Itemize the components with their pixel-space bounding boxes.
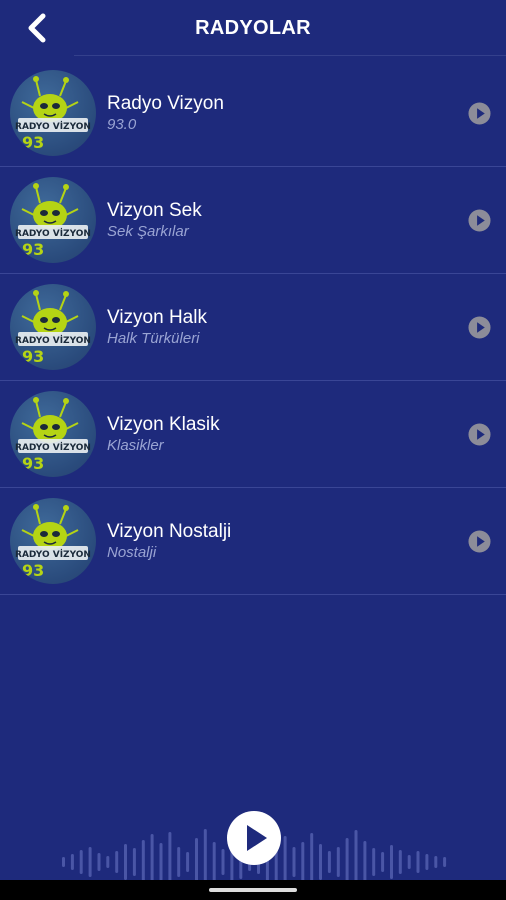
wave-bar [381, 852, 385, 872]
station-logo: RADYO VİZYON 93 [10, 498, 96, 584]
svg-text:RADYO VİZYON: RADYO VİZYON [15, 121, 91, 132]
wave-bar [416, 851, 420, 873]
wave-bar [398, 850, 402, 874]
play-icon[interactable] [468, 529, 491, 553]
wave-bar [221, 849, 225, 875]
station-name: Vizyon Nostalji [107, 520, 232, 542]
wave-bar [132, 848, 136, 876]
station-name: Vizyon Halk [107, 306, 207, 328]
wave-bar [372, 848, 376, 876]
svg-text:RADYO VİZYON: RADYO VİZYON [15, 442, 91, 453]
wave-bar [319, 844, 322, 880]
station-name: Vizyon Sek [107, 199, 202, 221]
play-icon[interactable] [468, 315, 491, 339]
wave-bar [177, 847, 181, 877]
main-play-button[interactable] [226, 810, 282, 866]
radio-logo-graphic: RADYO VİZYON93 [15, 183, 91, 259]
wave-bar [115, 851, 119, 873]
station-item-vizyon-sek[interactable]: RADYO VİZYON 93 Vizyon Sek Sek Şarkılar [0, 167, 506, 274]
page-title: RADYOLAR [195, 16, 311, 39]
wave-bar [124, 844, 127, 880]
wave-bar [97, 853, 101, 871]
svg-text:RADYO VİZYON: RADYO VİZYON [15, 549, 91, 560]
station-logo: RADYO VİZYON 93 [10, 70, 96, 156]
svg-text:93: 93 [22, 347, 44, 366]
station-logo: RADYO VİZYON 93 [10, 391, 96, 477]
station-subtitle: Halk Türküleri [107, 329, 200, 347]
wave-bar [345, 838, 349, 886]
station-list: RADYO VİZYON 93 Radyo Vizyon 93.0 RADYO V… [0, 60, 506, 595]
station-item-radyo-vizyon[interactable]: RADYO VİZYON 93 Radyo Vizyon 93.0 [0, 60, 506, 167]
app-header: RADYOLAR [0, 0, 506, 56]
wave-bar [159, 843, 163, 881]
svg-text:93: 93 [22, 454, 44, 473]
wave-bar [292, 847, 296, 877]
radio-logo-graphic: RADYO VİZYON93 [15, 397, 91, 473]
wave-bar [443, 857, 447, 867]
back-button[interactable] [0, 0, 74, 56]
play-icon[interactable] [468, 101, 491, 125]
wave-bar [70, 854, 74, 870]
wave-bar [212, 842, 216, 882]
station-logo: RADYO VİZYON 93 [10, 284, 96, 370]
play-icon[interactable] [468, 422, 491, 446]
wave-bar [390, 845, 393, 879]
radio-logo-graphic: RADYO VİZYON93 [15, 290, 91, 366]
station-name: Radyo Vizyon [107, 92, 224, 114]
station-logo: RADYO VİZYON 93 [10, 177, 96, 263]
wave-bar [62, 857, 65, 867]
station-subtitle: Klasikler [107, 436, 164, 454]
wave-bar [141, 840, 145, 884]
wave-bar [195, 838, 198, 886]
station-name: Vizyon Klasik [107, 413, 220, 435]
svg-text:93: 93 [22, 133, 44, 152]
wave-bar [327, 851, 331, 873]
home-indicator[interactable] [209, 888, 297, 892]
svg-text:RADYO VİZYON: RADYO VİZYON [15, 335, 91, 346]
wave-bar [425, 854, 429, 870]
wave-bar [301, 842, 305, 882]
radio-logo-graphic: RADYO VİZYON93 [15, 504, 91, 580]
chevron-left-icon [28, 13, 46, 43]
wave-bar [106, 856, 110, 868]
station-subtitle: 93.0 [107, 115, 137, 133]
wave-bar [363, 841, 367, 883]
station-item-vizyon-klasik[interactable]: RADYO VİZYON 93 Vizyon Klasik Klasikler [0, 381, 506, 488]
wave-bar [79, 850, 83, 874]
svg-text:93: 93 [22, 561, 44, 580]
radio-logo-graphic: RADYO VİZYON93 [15, 76, 91, 152]
wave-bar [88, 847, 92, 877]
wave-bar [336, 847, 340, 877]
station-subtitle: Sek Şarkılar [107, 222, 189, 240]
station-item-vizyon-halk[interactable]: RADYO VİZYON 93 Vizyon Halk Halk Türküler… [0, 274, 506, 381]
wave-bar [407, 855, 411, 869]
header-divider [74, 55, 506, 56]
svg-text:93: 93 [22, 240, 44, 259]
play-icon[interactable] [468, 208, 491, 232]
wave-bar [434, 856, 438, 868]
station-item-vizyon-nostalji[interactable]: RADYO VİZYON 93 Vizyon Nostalji Nostalji [0, 488, 506, 595]
wave-bar [186, 852, 190, 872]
svg-text:RADYO VİZYON: RADYO VİZYON [15, 228, 91, 239]
station-subtitle: Nostalji [107, 543, 157, 561]
